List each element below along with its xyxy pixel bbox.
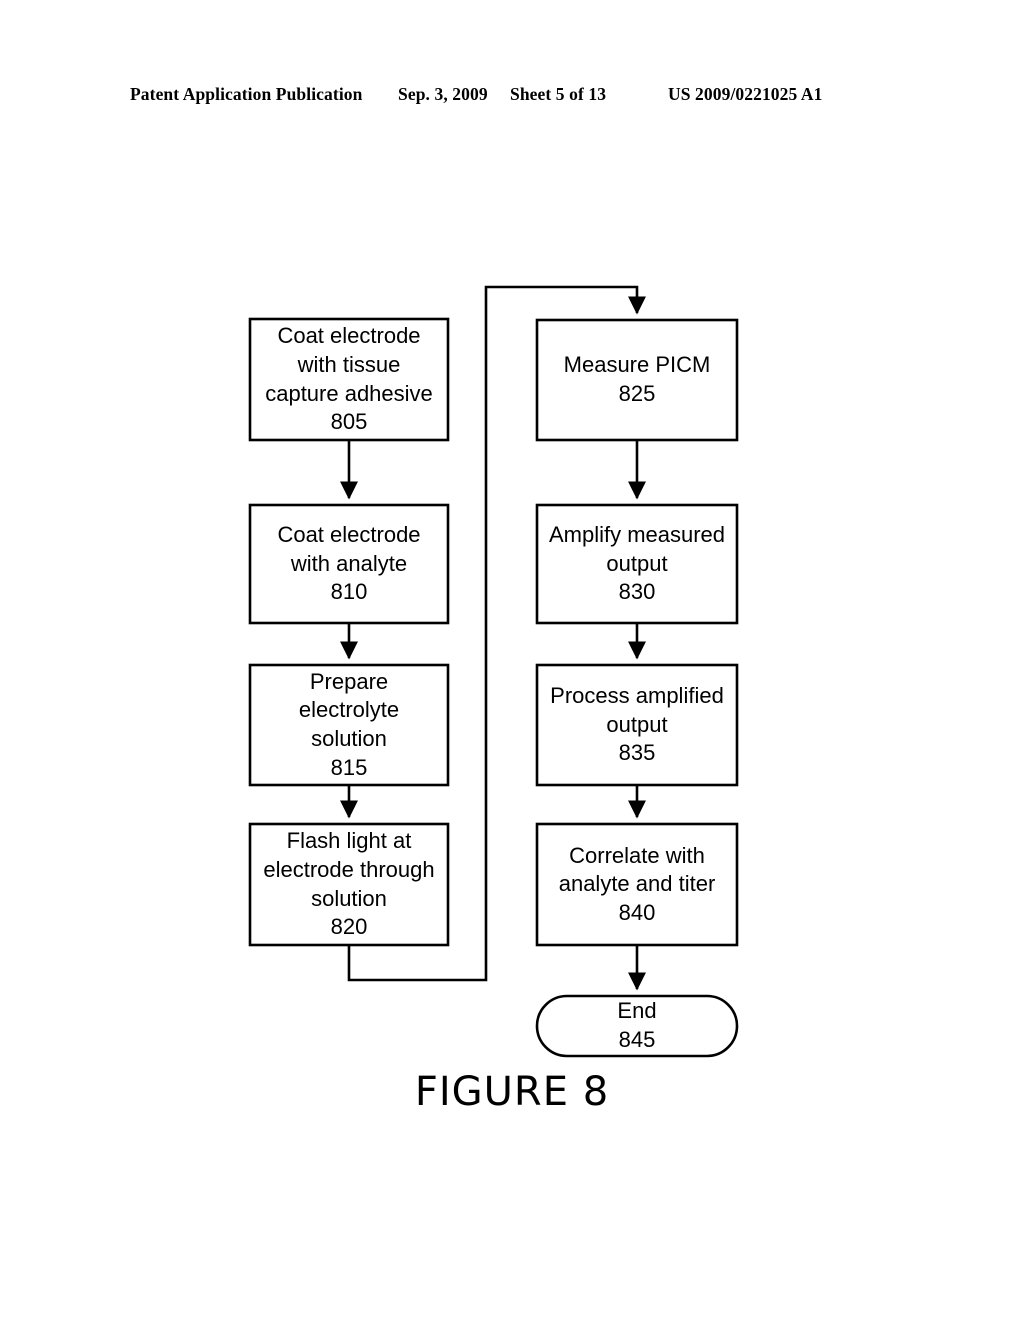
node-830-shape: [535, 503, 739, 625]
node-820-shape: [248, 822, 450, 947]
node-845-shape: [535, 994, 739, 1058]
node-810-shape: [248, 503, 450, 625]
node-840-shape: [535, 822, 739, 947]
node-805-shape: [248, 317, 450, 442]
figure-8-diagram: [0, 0, 1024, 1320]
node-825-shape: [535, 318, 739, 442]
figure-caption: FIGURE 8: [414, 1069, 610, 1115]
node-815-shape: [248, 663, 450, 787]
node-835-shape: [535, 663, 739, 787]
